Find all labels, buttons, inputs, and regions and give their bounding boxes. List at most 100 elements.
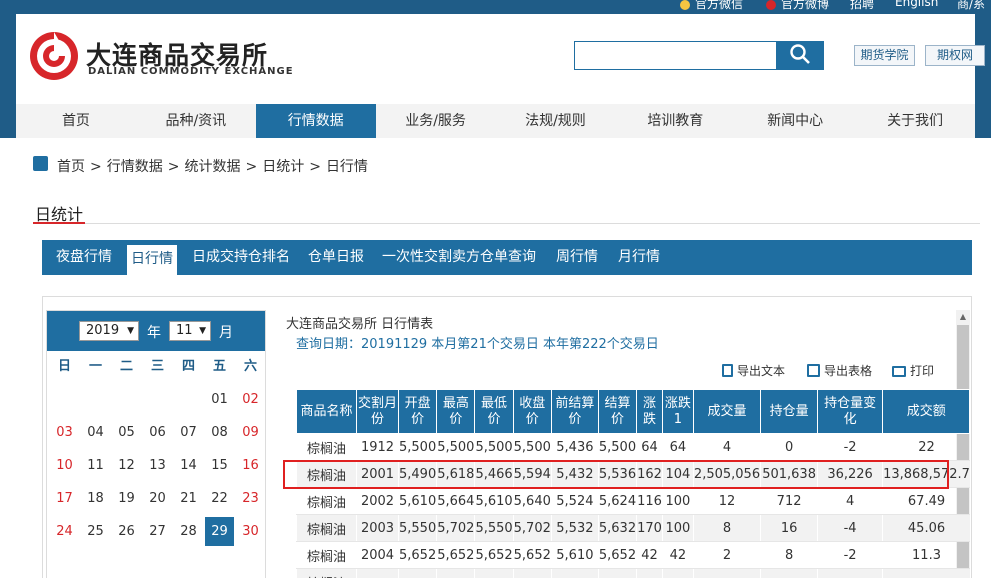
export-text-button[interactable]: 导出文本 <box>722 362 785 379</box>
month-select[interactable]: 11 ▼ <box>169 321 211 341</box>
search-input[interactable] <box>574 41 777 70</box>
table-cell: 5,500 <box>474 433 514 461</box>
calendar-day[interactable]: 19 <box>112 484 141 513</box>
calendar-day[interactable]: 08 <box>205 418 234 447</box>
search-button[interactable] <box>776 41 824 70</box>
calendar-day[interactable]: 02 <box>236 385 265 414</box>
calendar-day[interactable]: 11 <box>81 451 110 480</box>
highlight-box <box>283 460 949 489</box>
calendar-day[interactable]: 23 <box>236 484 265 513</box>
nav-products[interactable]: 品种/资讯 <box>136 104 256 138</box>
calendar-day[interactable]: 13 <box>143 451 172 480</box>
calendar-day[interactable]: 06 <box>143 418 172 447</box>
breadcrumb-statistics[interactable]: 统计数据 <box>184 159 240 175</box>
table-cell: 16 <box>760 514 818 542</box>
calendar-header: 2019 ▼ 年 11 ▼ 月 <box>47 311 265 351</box>
calendar-day[interactable]: 04 <box>81 418 110 447</box>
calendar-day[interactable]: 03 <box>50 418 79 447</box>
table-cell <box>882 568 970 578</box>
calendar-day[interactable]: 21 <box>174 484 203 513</box>
calendar-day[interactable]: 01 <box>205 385 234 414</box>
futures-academy-link[interactable]: 期货学院 <box>854 45 915 66</box>
table-row: 棕榈油 2002 5,610 5,664 5,610 5,640 5,524 5,624 116… <box>296 487 970 515</box>
table-cell: 5,500 <box>512 433 552 461</box>
column-header: 持仓量 <box>760 389 819 434</box>
calendar-day[interactable]: 25 <box>81 517 110 546</box>
nav-business[interactable]: 业务/服务 <box>376 104 496 138</box>
breadcrumb-home[interactable]: 首页 <box>57 159 85 175</box>
print-button[interactable]: 打印 <box>892 362 934 379</box>
text-file-icon <box>722 364 733 377</box>
table-cell <box>436 568 475 578</box>
calendar-empty-cell <box>143 385 172 414</box>
table-cell: 67.49 <box>882 487 970 515</box>
top-link-english[interactable]: English <box>895 0 938 9</box>
calendar-day[interactable]: 18 <box>81 484 110 513</box>
table-cell: -2 <box>817 541 883 569</box>
report-title: 大连商品交易所 日行情表 <box>286 317 434 332</box>
calendar-day[interactable]: 15 <box>205 451 234 480</box>
breadcrumb-separator: > <box>245 159 258 175</box>
year-label: 年 <box>147 325 161 341</box>
nav-about[interactable]: 关于我们 <box>855 104 975 138</box>
calendar-day[interactable]: 30 <box>236 517 265 546</box>
table-cell: 22 <box>882 433 970 461</box>
breadcrumb-market-data[interactable]: 行情数据 <box>107 159 163 175</box>
table-cell: 100 <box>661 487 694 515</box>
calendar-day[interactable]: 28 <box>174 517 203 546</box>
table-row: 棕榈油 <box>296 568 970 578</box>
export-table-button[interactable]: 导出表格 <box>807 362 872 379</box>
tab-one-time-delivery[interactable]: 一次性交割卖方仓单查询 <box>382 240 536 275</box>
table-cell: 170 <box>636 514 663 542</box>
column-header: 交割月份 <box>356 389 399 434</box>
nav-market-data[interactable]: 行情数据 <box>255 104 376 138</box>
tab-daily-ranking[interactable]: 日成交持仓排名 <box>192 240 290 275</box>
calendar-day[interactable]: 29 <box>205 517 234 546</box>
top-link-more[interactable]: 商/系 <box>957 0 985 12</box>
tab-warehouse-receipts[interactable]: 仓单日报 <box>308 240 364 275</box>
calendar-day[interactable]: 20 <box>143 484 172 513</box>
nav-rules[interactable]: 法规/规则 <box>496 104 616 138</box>
calendar-day[interactable]: 07 <box>174 418 203 447</box>
chevron-down-icon: ▼ <box>199 326 206 336</box>
calendar-day[interactable]: 22 <box>205 484 234 513</box>
table-cell <box>356 568 399 578</box>
calendar-day[interactable]: 27 <box>143 517 172 546</box>
calendar-day[interactable]: 26 <box>112 517 141 546</box>
tab-weekly-quotes[interactable]: 周行情 <box>556 240 598 275</box>
top-link-jobs[interactable]: 招聘 <box>850 0 874 12</box>
calendar-day[interactable]: 09 <box>236 418 265 447</box>
main-nav: 首页 品种/资讯 行情数据 业务/服务 法规/规则 培训教育 新闻中心 关于我们 <box>16 104 975 138</box>
tab-daily-quotes[interactable]: 日行情 <box>126 244 178 275</box>
tab-monthly-quotes[interactable]: 月行情 <box>618 240 660 275</box>
calendar-day[interactable]: 14 <box>174 451 203 480</box>
column-header: 最高价 <box>436 389 476 434</box>
top-link-weibo[interactable]: 官方微博 <box>766 0 829 12</box>
calendar-day[interactable]: 24 <box>50 517 79 546</box>
breadcrumb-current: 日行情 <box>325 159 368 175</box>
year-select[interactable]: 2019 ▼ <box>79 321 139 341</box>
top-link-wechat[interactable]: 官方微信 <box>680 0 743 12</box>
table-cell: 5,524 <box>550 487 599 515</box>
breadcrumb-separator: > <box>90 159 102 175</box>
table-cell: 5,664 <box>436 487 475 515</box>
calendar-day[interactable]: 05 <box>112 418 141 447</box>
nav-news[interactable]: 新闻中心 <box>735 104 855 138</box>
table-cell <box>817 568 883 578</box>
tab-night-session[interactable]: 夜盘行情 <box>56 240 112 275</box>
calendar-day[interactable]: 12 <box>112 451 141 480</box>
breadcrumb-daily-stats[interactable]: 日统计 <box>262 159 304 175</box>
table-cell: 11.3 <box>882 541 970 569</box>
dce-logo[interactable] <box>28 30 80 82</box>
scroll-up-icon[interactable]: ▲ <box>956 310 970 324</box>
section-divider <box>33 223 980 224</box>
nav-home[interactable]: 首页 <box>16 104 136 138</box>
nav-training[interactable]: 培训教育 <box>615 104 735 138</box>
calendar-day[interactable]: 16 <box>236 451 265 480</box>
calendar-day[interactable]: 10 <box>50 451 79 480</box>
options-site-link[interactable]: 期权网 <box>925 45 985 66</box>
table-cell: 64 <box>636 433 663 461</box>
calendar-day[interactable]: 17 <box>50 484 79 513</box>
table-cell: -4 <box>817 514 883 542</box>
table-cell: 5,632 <box>597 514 637 542</box>
